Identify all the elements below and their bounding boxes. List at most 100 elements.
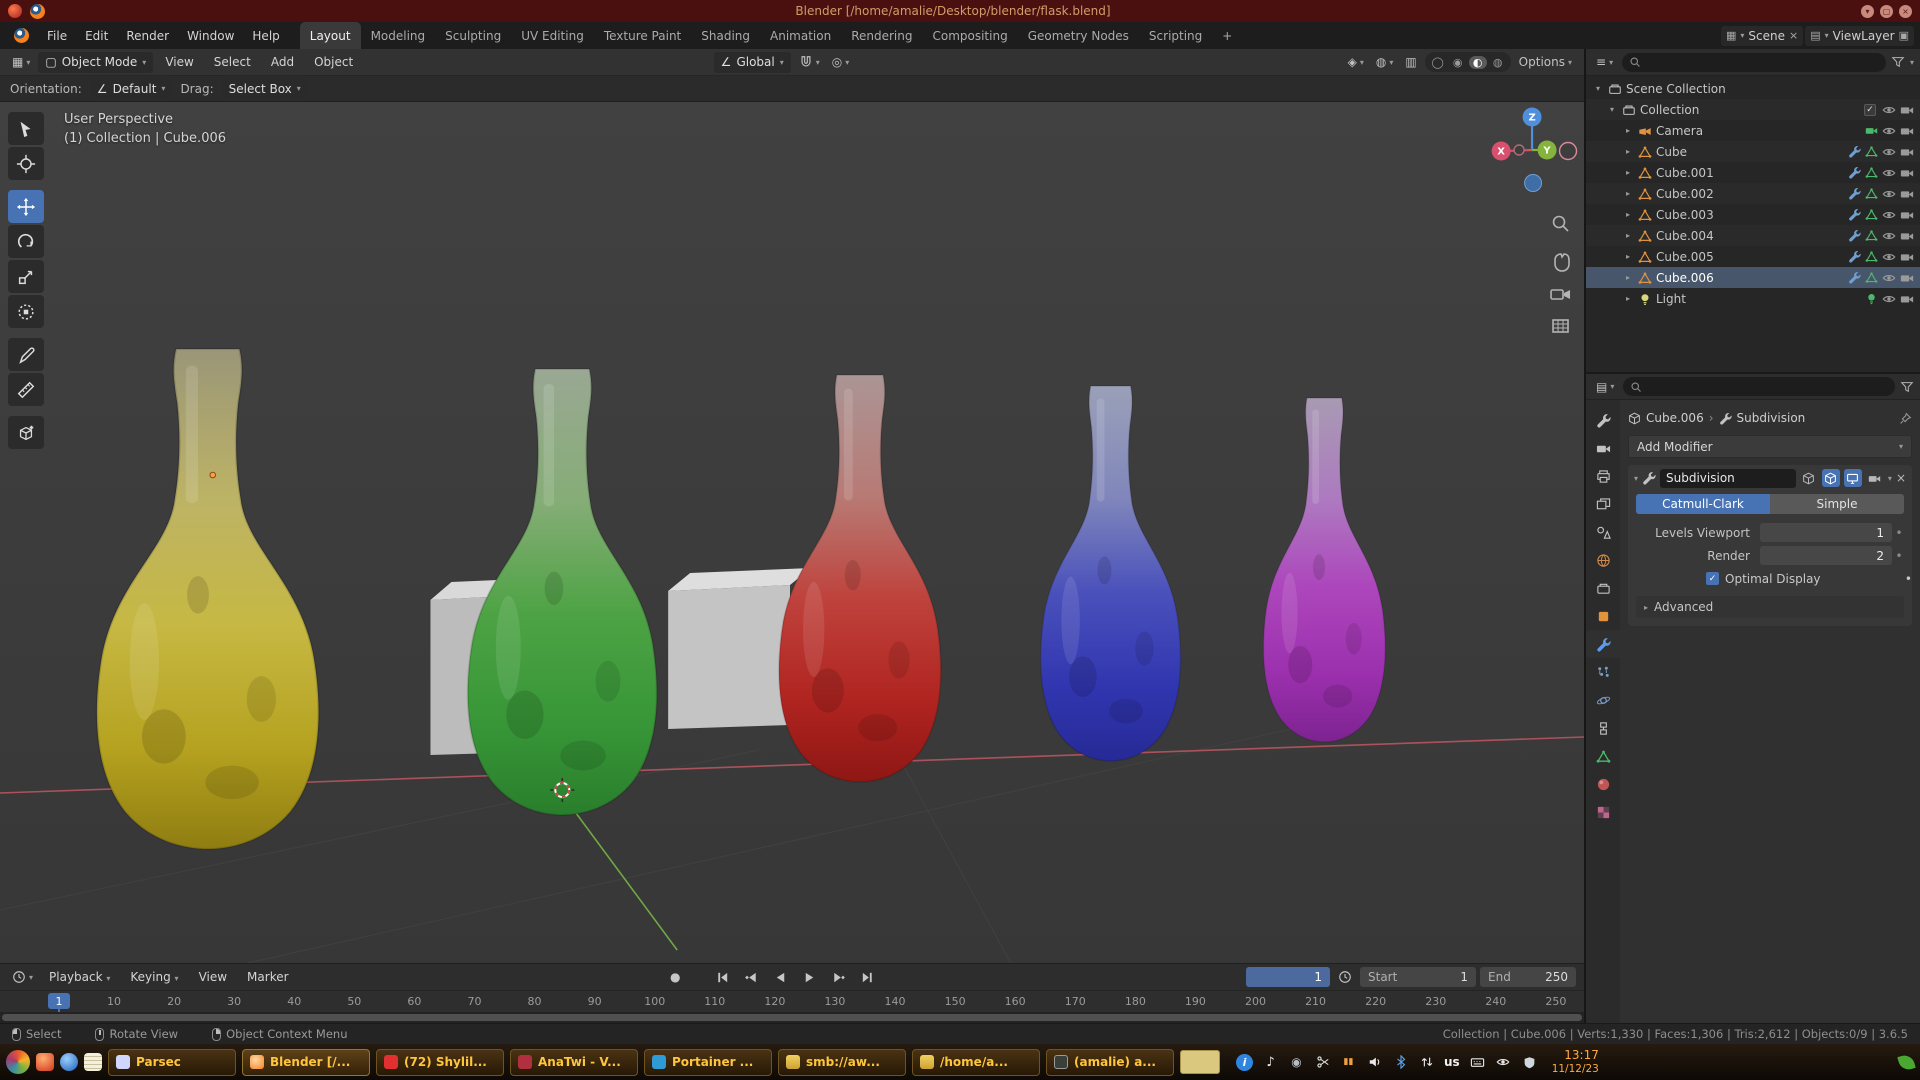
hide-eye-icon[interactable] — [1882, 292, 1896, 306]
info-tray-icon[interactable]: i — [1236, 1054, 1253, 1071]
shading-wireframe-button[interactable]: ◯ — [1429, 56, 1447, 69]
advanced-subpanel[interactable]: ▸ Advanced — [1636, 596, 1904, 618]
menu-help[interactable]: Help — [244, 22, 287, 49]
viewlayer-selector[interactable]: ▤ ▾ ViewLayer ▣ — [1805, 26, 1914, 46]
flask-blue[interactable] — [1041, 386, 1181, 761]
taskbar-app-smb[interactable]: smb://aw... — [778, 1049, 906, 1076]
edit-mode-cage-toggle[interactable] — [1800, 469, 1818, 487]
mode-dropdown[interactable]: ▢ Object Mode ▾ — [38, 52, 153, 73]
shading-material-button[interactable]: ◐ — [1469, 56, 1487, 69]
levels-viewport-field[interactable]: 1 — [1760, 523, 1892, 542]
tab-output[interactable] — [1586, 462, 1620, 490]
outliner-editor-type-button[interactable]: ≡▾ — [1592, 52, 1617, 73]
workspace-tab-scripting[interactable]: Scripting — [1139, 22, 1212, 49]
overlays-dropdown[interactable]: ◍▾ — [1372, 52, 1398, 73]
tab-scene[interactable] — [1586, 518, 1620, 546]
menu-playback[interactable]: Playback ▾ — [41, 970, 118, 984]
distro-icon[interactable] — [8, 4, 22, 18]
leaf-tray-icon[interactable] — [1897, 1053, 1915, 1071]
editor-type-button[interactable]: ▦▾ — [8, 52, 34, 73]
taskbar-clock[interactable]: 13:17 11/12/23 — [1552, 1049, 1599, 1075]
disable-render-icon[interactable] — [1900, 271, 1914, 285]
menu-marker[interactable]: Marker — [239, 970, 296, 984]
tab-constraints[interactable] — [1586, 714, 1620, 742]
scene-selector[interactable]: ▦ ▾ Scene × — [1721, 26, 1803, 46]
outliner-search[interactable] — [1622, 53, 1886, 72]
disable-render-icon[interactable] — [1900, 250, 1914, 264]
disable-render-icon[interactable] — [1900, 103, 1914, 117]
use-preview-range-button[interactable] — [1334, 967, 1356, 988]
flask-green[interactable] — [468, 369, 657, 815]
remove-modifier-icon[interactable]: × — [1896, 471, 1906, 485]
gizmos-dropdown[interactable]: ◈▾ — [1344, 52, 1368, 73]
bluetooth-tray-icon[interactable] — [1392, 1054, 1409, 1071]
taskbar-app-home[interactable]: /home/a... — [912, 1049, 1040, 1076]
outliner-row-cube-003[interactable]: ▸ Cube.003 — [1586, 204, 1920, 225]
maximize-button[interactable]: ▢ — [1880, 5, 1893, 18]
next-keyframe-button[interactable] — [826, 967, 851, 987]
tab-particles[interactable] — [1586, 658, 1620, 686]
properties-search-input[interactable] — [1646, 380, 1888, 394]
workspace-tab-rendering[interactable]: Rendering — [841, 22, 922, 49]
hide-eye-icon[interactable] — [1882, 271, 1896, 285]
tool-scale-button[interactable] — [8, 260, 44, 293]
hide-eye-icon[interactable] — [1882, 208, 1896, 222]
hide-eye-icon[interactable] — [1882, 187, 1896, 201]
tool-move-button[interactable] — [8, 190, 44, 223]
flask-red[interactable] — [779, 375, 941, 782]
outliner-row-cube-004[interactable]: ▸ Cube.004 — [1586, 225, 1920, 246]
tool-add-cube-button[interactable] — [8, 416, 44, 449]
outliner-row-collection[interactable]: ▾ Collection ✓ — [1586, 99, 1920, 120]
menu-object[interactable]: Object — [306, 55, 361, 69]
tab-world[interactable] — [1586, 546, 1620, 574]
outliner-options-chevron[interactable]: ▾ — [1910, 58, 1914, 67]
keyboard-layout-indicator[interactable]: us — [1444, 1055, 1460, 1069]
optimal-display-checkbox[interactable]: ✓ — [1706, 572, 1719, 585]
drag-setting-dropdown[interactable]: Select Box ▾ — [222, 78, 308, 99]
add-workspace-button[interactable]: + — [1212, 22, 1242, 49]
clipboard-tray-icon[interactable] — [1314, 1054, 1331, 1071]
outliner-search-input[interactable] — [1645, 55, 1879, 69]
navigation-gizmo[interactable]: Z X Y — [1492, 108, 1577, 192]
scrollbar-handle[interactable] — [2, 1014, 1582, 1021]
edit-mode-display-toggle[interactable] — [1822, 469, 1840, 487]
animate-dot-icon[interactable]: • — [1905, 572, 1912, 586]
steam-tray-icon[interactable]: ◉ — [1288, 1054, 1305, 1071]
workspace-tab-shading[interactable]: Shading — [691, 22, 760, 49]
close-button[interactable]: × — [1899, 5, 1912, 18]
animate-dot-icon[interactable]: • — [1892, 526, 1906, 540]
playhead[interactable]: 1 — [48, 993, 70, 1009]
workspace-tab-texture-paint[interactable]: Texture Paint — [594, 22, 691, 49]
menu-timeline-view[interactable]: View — [191, 970, 235, 984]
tab-view-layer[interactable] — [1586, 490, 1620, 518]
outliner-row-scene-collection[interactable]: ▾ Scene Collection — [1586, 78, 1920, 99]
menu-render[interactable]: Render — [118, 22, 177, 49]
jump-to-start-button[interactable] — [710, 967, 735, 987]
keyboard-tray-icon[interactable] — [1469, 1054, 1486, 1071]
outliner-row-cube[interactable]: ▸ Cube — [1586, 141, 1920, 162]
menu-edit[interactable]: Edit — [77, 22, 116, 49]
outliner-row-cube-005[interactable]: ▸ Cube.005 — [1586, 246, 1920, 267]
workspace-tab-modeling[interactable]: Modeling — [361, 22, 436, 49]
music-tray-icon[interactable]: ♪ — [1262, 1054, 1279, 1071]
current-frame-field[interactable]: 1 — [1246, 967, 1330, 987]
animate-dot-icon[interactable]: • — [1892, 549, 1906, 563]
workspace-tab-layout[interactable]: Layout — [300, 22, 361, 49]
shield-tray-icon[interactable] — [1521, 1054, 1538, 1071]
flask-yellow[interactable] — [97, 349, 319, 849]
disable-render-icon[interactable] — [1900, 145, 1914, 159]
modifier-extras-icon[interactable]: ▾ — [1888, 474, 1892, 483]
filter-icon[interactable] — [1891, 55, 1905, 69]
proportional-editing-dropdown[interactable]: ◎▾ — [828, 52, 854, 73]
breadcrumb-object[interactable]: Cube.006 — [1646, 411, 1704, 425]
disable-render-icon[interactable] — [1900, 166, 1914, 180]
volume-tray-icon[interactable] — [1366, 1054, 1383, 1071]
play-reverse-button[interactable] — [768, 967, 793, 987]
hide-eye-icon[interactable] — [1882, 103, 1896, 117]
modifier-name-field[interactable]: Subdivision — [1660, 469, 1796, 488]
catmull-clark-button[interactable]: Catmull-Clark — [1636, 494, 1770, 514]
tool-rotate-button[interactable] — [8, 225, 44, 258]
scene-render[interactable]: Z X Y — [0, 102, 1584, 963]
taskbar-app-parsec[interactable]: Parsec — [108, 1049, 236, 1076]
grid-ortho-icon[interactable] — [1553, 320, 1568, 332]
